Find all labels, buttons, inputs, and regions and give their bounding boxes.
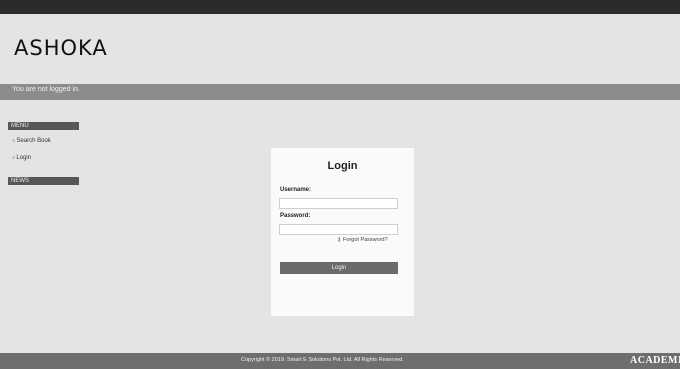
username-input[interactable]	[279, 198, 398, 209]
sidebar-item-search-book[interactable]: Search Book	[12, 138, 50, 144]
sidebar-item-login[interactable]: Login	[12, 155, 31, 161]
password-input[interactable]	[279, 224, 398, 235]
login-panel: Login Username: Password: ⚷ Forgot Passwo…	[271, 148, 414, 316]
footer-brand: ACADEMIA	[630, 355, 680, 366]
login-submit-button[interactable]: Login	[280, 262, 398, 274]
login-title: Login	[327, 160, 358, 172]
footer-copyright: Copyright © 2019. Smart E Solutions Pvt.…	[241, 357, 404, 363]
forgot-password-label: Forgot Password?	[343, 237, 388, 243]
login-status-text: You are not logged in.	[12, 86, 80, 93]
username-label: Username:	[280, 187, 312, 193]
logo-text: ASHOKA	[14, 36, 108, 60]
password-label: Password:	[280, 213, 311, 219]
key-icon: ⚷	[337, 237, 342, 243]
footer: Copyright © 2019. Smart E Solutions Pvt.…	[0, 353, 680, 369]
sidebar-menu-header: MENU	[8, 122, 79, 130]
ashoka-logo[interactable]: ASHOKA	[14, 36, 108, 60]
forgot-password-link[interactable]: ⚷ Forgot Password?	[337, 237, 388, 243]
login-status-bar: You are not logged in.	[0, 84, 680, 100]
top-bar	[0, 0, 680, 14]
sidebar-news-header: NEWS	[8, 177, 79, 185]
